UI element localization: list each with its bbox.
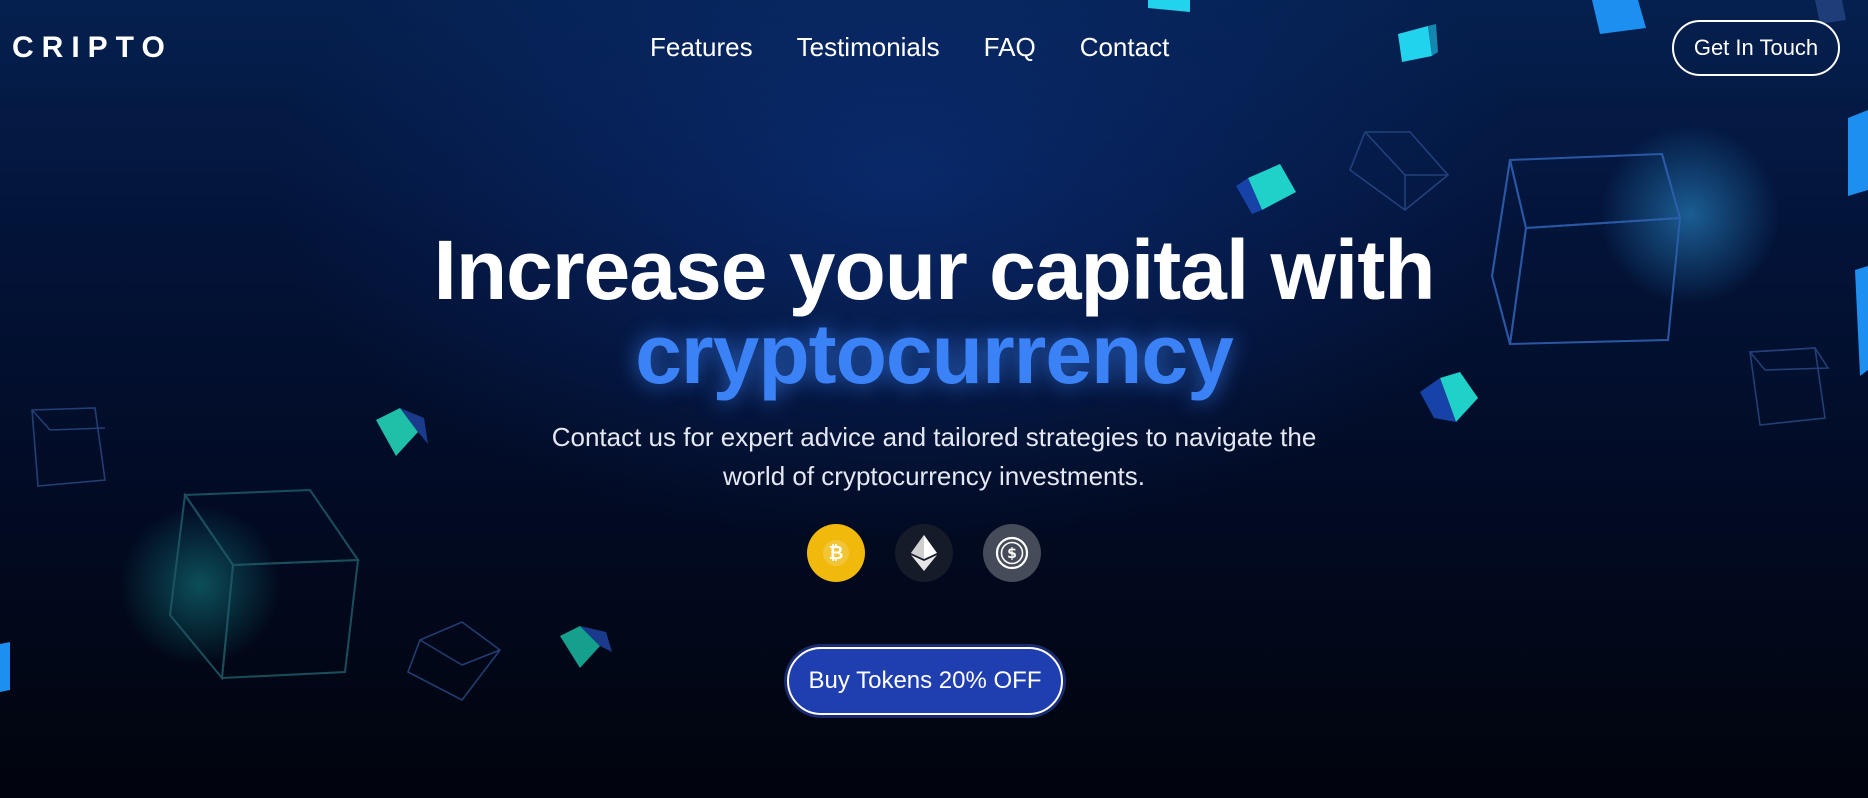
nav-link-faq[interactable]: FAQ: [984, 32, 1036, 63]
coin-icons-row: ₿ $: [807, 524, 1041, 582]
nav-link-features[interactable]: Features: [650, 32, 753, 63]
hero-section: Increase your capital with cryptocurrenc…: [0, 228, 1868, 496]
solid-cube-4: [1848, 110, 1868, 196]
get-in-touch-button[interactable]: Get In Touch: [1672, 20, 1840, 76]
hero-title-accent: cryptocurrency: [635, 307, 1234, 401]
hero-subtitle: Contact us for expert advice and tailore…: [551, 422, 1317, 491]
ethereum-icon: [895, 524, 953, 582]
svg-text:$: $: [1007, 546, 1017, 562]
hero-title: Increase your capital with: [433, 223, 1435, 317]
buy-tokens-button[interactable]: Buy Tokens 20% OFF: [787, 647, 1063, 715]
wire-cube-large-left: [168, 488, 360, 681]
solid-cube-9: [560, 626, 612, 668]
top-navbar: CRIPTO Features Testimonials FAQ Contact…: [0, 0, 1868, 98]
brand-logo[interactable]: CRIPTO: [12, 31, 173, 65]
solid-cube-10: [0, 642, 10, 692]
solid-cube-6: [1236, 164, 1296, 214]
main-nav: Features Testimonials FAQ Contact: [650, 32, 1169, 63]
nav-link-contact[interactable]: Contact: [1080, 32, 1170, 63]
nav-link-testimonials[interactable]: Testimonials: [797, 32, 940, 63]
dollar-coin-icon: $: [983, 524, 1041, 582]
svg-text:₿: ₿: [829, 543, 844, 564]
bitcoin-icon: ₿: [807, 524, 865, 582]
